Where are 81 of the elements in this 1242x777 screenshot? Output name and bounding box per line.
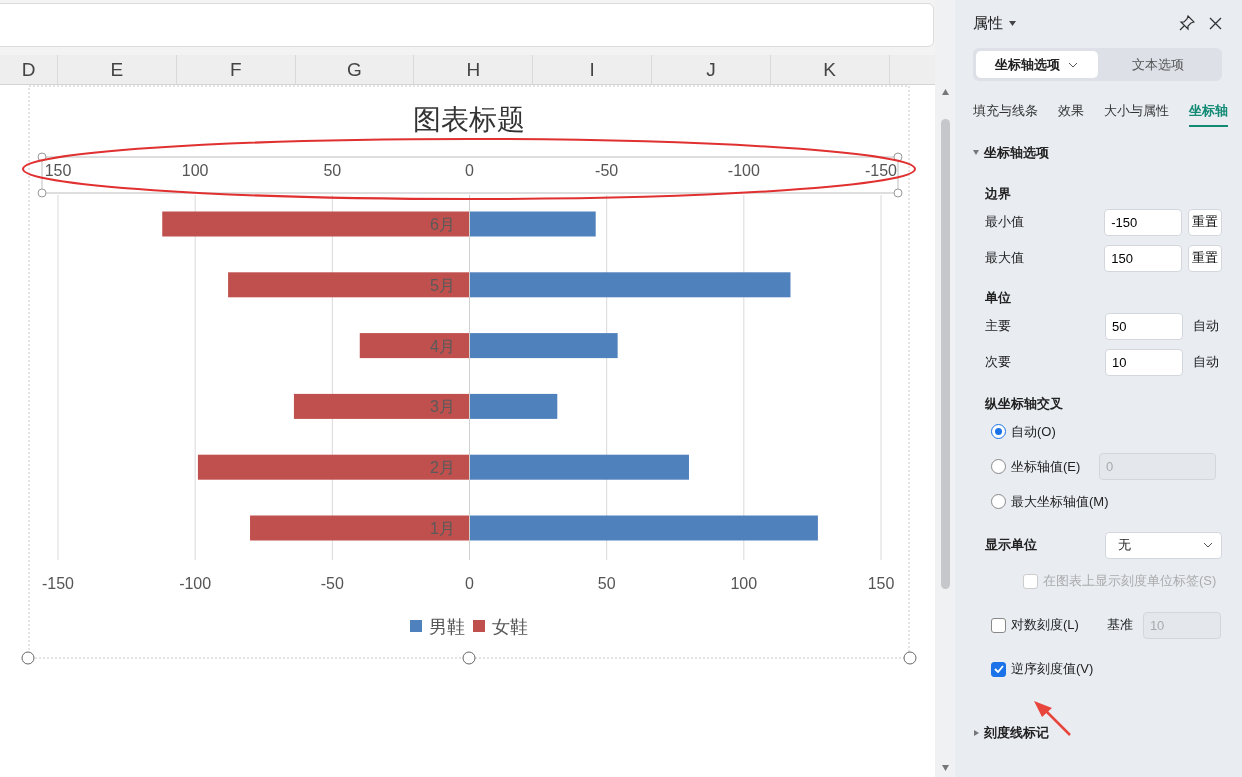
category-label: 2月 [430,459,455,477]
scrollbar-thumb[interactable] [940,119,950,589]
category-label: 1月 [430,520,455,537]
radio-option[interactable]: 最大坐标轴值(M) [991,491,1109,512]
expanded-triangle-icon[interactable] [973,149,979,156]
radio-option[interactable]: 坐标轴值(E) [991,456,1099,477]
panel-tab[interactable]: 坐标轴 [1189,101,1228,127]
legend-label: 男鞋 [429,617,465,637]
field-label: 基准 [1106,616,1133,635]
field-label: 最小值 [985,213,1025,232]
axis-label: -100 [727,162,760,179]
axis-label: 100 [730,575,758,592]
axis-label: 150 [867,575,895,592]
field-label: 次要 [985,353,1012,372]
category-label: 6月 [430,216,455,233]
axis-label: -150 [42,575,74,592]
auto-label: 自动 [1193,317,1219,336]
section-title[interactable]: 刻度线标记 [984,723,1049,743]
check-icon [993,665,1004,673]
auto-label: 自动 [1193,353,1219,372]
field-label: 显示单位 [985,536,1038,554]
panel-tab[interactable]: 大小与属性 [1104,101,1169,127]
group-heading: 纵坐标轴交叉 [985,395,1064,413]
axis-label: -50 [595,162,619,179]
axis-label: -50 [320,575,344,592]
number-field[interactable]: -150 [1104,208,1183,236]
field-label: 主要 [985,317,1012,336]
number-field[interactable]: 150 [1104,244,1183,272]
chevron-icon [1068,61,1079,69]
radio-option[interactable]: 自动(O) [991,421,1099,442]
caret-icon[interactable] [1009,20,1016,26]
field-label: 最大值 [985,249,1025,268]
resize-handle [37,188,47,198]
column-header[interactable]: K [770,55,890,84]
column-header[interactable]: G [295,55,415,84]
number-field[interactable]: 50 [1105,312,1183,340]
collapsed-triangle-icon[interactable] [973,729,979,736]
column-header[interactable]: I [533,55,652,84]
panel-tab[interactable]: 填充与线条 [973,101,1038,127]
column-header[interactable]: J [652,55,771,84]
resize-handle [903,651,917,665]
column-header[interactable]: E [58,55,177,84]
group-heading: 单位 [985,289,1012,307]
axis-label: 0 [465,162,474,179]
panel-title[interactable]: 属性 [973,11,1003,35]
axis-label: -150 [865,162,897,179]
close-icon[interactable] [1209,16,1222,30]
axis-label: 0 [465,575,474,592]
checkbox-option[interactable]: 对数刻度(L) [991,615,1079,635]
panel-tab[interactable]: 效果 [1058,101,1084,127]
number-field[interactable]: 10 [1105,348,1183,376]
category-label: 5月 [430,276,455,294]
chart-title: 图表标题 [413,104,525,135]
resize-handle [37,152,47,162]
resize-handle [462,651,476,665]
scroll-up-icon[interactable] [941,89,949,95]
column-header[interactable]: H [414,55,534,84]
pin-icon[interactable] [1179,15,1195,31]
segment-tab[interactable]: 文本选项 [1097,51,1219,78]
axis-label: 150 [44,162,72,179]
axis-label: 50 [597,575,616,592]
legend-label: 女鞋 [492,617,528,637]
axis-label: 100 [181,162,209,179]
resize-handle [21,651,35,665]
dropdown[interactable]: 无 [1105,531,1222,559]
reset-button[interactable]: 重置 [1188,208,1222,236]
category-label: 4月 [430,337,455,355]
scroll-down-icon[interactable] [941,765,949,771]
group-heading: 边界 [985,185,1012,203]
axis-label: 50 [323,162,342,179]
chevron-icon [1203,541,1213,549]
segment-tab[interactable]: 坐标轴选项 [976,51,1098,78]
resize-handle [893,188,903,198]
column-header[interactable]: F [176,55,296,84]
resize-handle [893,152,903,162]
category-label: 3月 [430,398,455,416]
column-header[interactable]: D [0,55,58,84]
axis-label: -100 [179,575,212,592]
checkbox-option[interactable]: 逆序刻度值(V) [991,659,1094,679]
section-title[interactable]: 坐标轴选项 [984,142,1049,162]
reset-button[interactable]: 重置 [1188,244,1222,272]
